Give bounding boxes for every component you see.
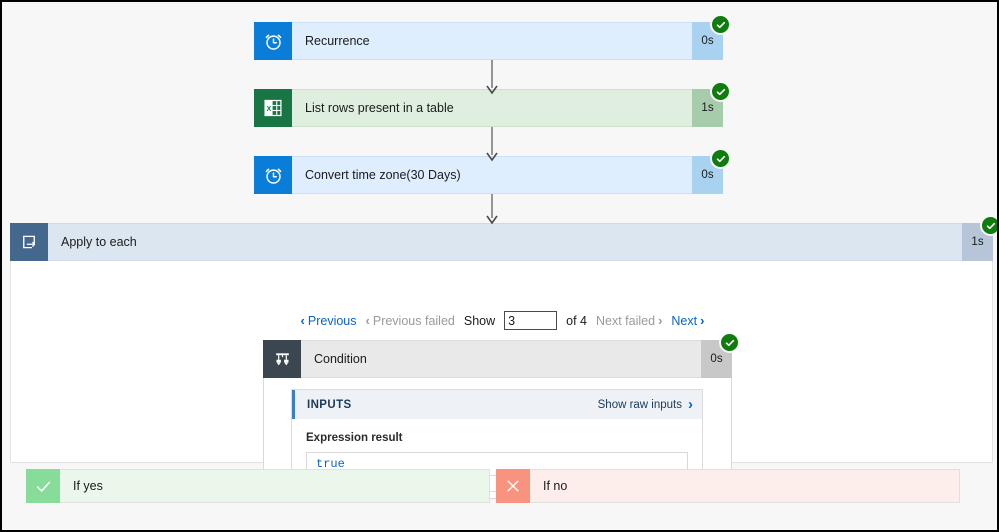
apply-to-each-container: Apply to each 1s ‹ Previous ‹ Previous f… (10, 215, 997, 499)
flow-node-condition[interactable]: Condition 0s (263, 332, 740, 378)
expression-result-label: Expression result (306, 432, 403, 444)
inputs-header: INPUTS Show raw inputs › (292, 390, 702, 419)
cross-icon (496, 469, 530, 503)
chevron-right-icon: › (688, 396, 693, 413)
pager-next-failed-button[interactable]: Next failed › (596, 314, 662, 328)
connector-arrow (484, 194, 500, 226)
alarm-clock-icon (254, 22, 292, 60)
condition-icon (263, 340, 301, 378)
svg-text:X: X (266, 105, 271, 113)
pager-show-label: Show (463, 313, 496, 328)
status-badge-succeeded (710, 81, 731, 102)
status-badge-succeeded (719, 332, 740, 353)
flow-node-label: Condition (301, 340, 701, 378)
pager-next-label: Next (671, 313, 698, 328)
flow-node-label: Apply to each (48, 223, 962, 261)
pager-previous-failed-button[interactable]: ‹ Previous failed (366, 314, 455, 328)
flow-node-label: Recurrence (292, 22, 692, 60)
pager-iteration-input[interactable] (504, 311, 558, 330)
show-raw-inputs-label: Show raw inputs (597, 398, 682, 411)
chevron-left-icon: ‹ (365, 313, 370, 328)
status-badge-succeeded (980, 215, 997, 236)
branch-if-no[interactable]: If no (496, 469, 960, 503)
logic-app-run-canvas: Recurrence 0s X List rows present in a t… (0, 0, 999, 532)
connector-arrow (484, 60, 500, 96)
apply-to-each-body: ‹ Previous ‹ Previous failed Show of 4 N… (10, 261, 994, 499)
pager-previous-failed-label: Previous failed (372, 313, 455, 328)
chevron-left-icon: ‹ (300, 313, 305, 328)
chevron-right-icon: › (700, 313, 705, 328)
pager-next-button[interactable]: Next › (671, 314, 704, 328)
pager-previous-button[interactable]: ‹ Previous (301, 314, 357, 328)
iteration-pager: ‹ Previous ‹ Previous failed Show of 4 N… (11, 311, 994, 330)
branch-label: If no (530, 469, 960, 503)
loop-icon (10, 223, 48, 261)
flow-node-apply-to-each[interactable]: Apply to each 1s (10, 215, 997, 261)
alarm-clock-icon (254, 156, 292, 194)
pager-of-label: of 4 (566, 313, 587, 328)
excel-icon: X (254, 89, 292, 127)
inputs-title: INPUTS (307, 398, 352, 411)
pager-previous-label: Previous (307, 313, 357, 328)
pager-next-failed-label: Next failed (596, 313, 656, 328)
branch-label: If yes (60, 469, 490, 503)
show-raw-inputs-link[interactable]: Show raw inputs › (598, 397, 693, 412)
flow-node-recurrence[interactable]: Recurrence 0s (254, 14, 731, 60)
chevron-right-icon: › (658, 313, 663, 328)
connector-arrow (484, 127, 500, 163)
status-badge-succeeded (710, 148, 731, 169)
checkmark-icon (26, 469, 60, 503)
branch-if-yes[interactable]: If yes (26, 469, 490, 503)
status-badge-succeeded (710, 14, 731, 35)
